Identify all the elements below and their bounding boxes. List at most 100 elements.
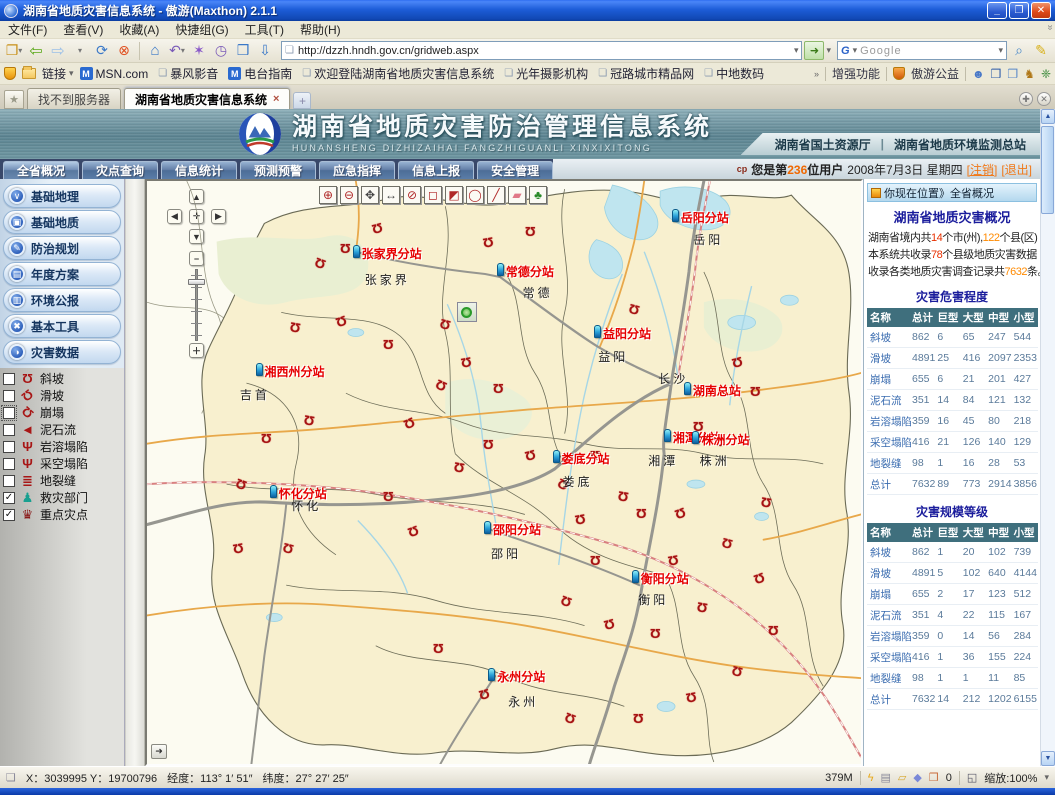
links-bar-item[interactable]: ❏光年摄影机构: [504, 65, 588, 82]
plugin-icon[interactable]: ❈: [1041, 67, 1051, 81]
layer-checkbox[interactable]: ✓: [3, 492, 15, 504]
pan-left-button[interactable]: ◀: [167, 209, 182, 224]
scroll-down-icon[interactable]: ▼: [1041, 751, 1055, 766]
links-overflow-icon[interactable]: »: [814, 69, 819, 79]
overflow-chevron-icon[interactable]: »: [1045, 25, 1055, 35]
station-marker[interactable]: 常德分站: [497, 263, 554, 280]
new-tab-ghost-button[interactable]: +: [293, 92, 311, 109]
nav-tab[interactable]: 预测预警: [240, 161, 316, 179]
mascot-icon[interactable]: ♞: [1024, 67, 1035, 81]
links-bar-item[interactable]: ❏欢迎登陆湖南省地质灾害信息系统: [302, 65, 494, 82]
filter-icon[interactable]: ◆: [913, 771, 921, 784]
zoom-out-slider-button[interactable]: −: [189, 251, 204, 266]
layer-checkbox[interactable]: [3, 424, 15, 436]
boost-icon[interactable]: ϟ: [868, 772, 874, 784]
url-dropdown-icon[interactable]: ▾: [794, 45, 799, 56]
back-button[interactable]: ⇦: [26, 41, 46, 61]
tab-close-all-button[interactable]: ✕: [1037, 92, 1051, 106]
locate-button[interactable]: [457, 302, 477, 322]
select-rect-button[interactable]: ◻: [424, 186, 442, 204]
select-circle-button[interactable]: ◯: [466, 186, 484, 204]
layer-row[interactable]: Ω崩塌: [0, 404, 124, 421]
restore-button[interactable]: ❐: [1009, 2, 1029, 19]
search-button[interactable]: ⌕: [1009, 41, 1029, 61]
sidebar-section[interactable]: ∨基础地理: [3, 184, 121, 208]
download-button[interactable]: ⇩: [255, 41, 275, 61]
scroll-track[interactable]: [1041, 124, 1055, 751]
layer-row[interactable]: Ω斜坡: [0, 370, 124, 387]
pan-button[interactable]: ✥: [361, 186, 379, 204]
go-dropdown-icon[interactable]: ▾: [826, 45, 831, 56]
zoom-level[interactable]: 缩放:100%: [984, 770, 1037, 786]
stop-button[interactable]: ⊗: [114, 41, 134, 61]
links-bar-item[interactable]: MMSN.com: [80, 65, 149, 82]
sidebar-section[interactable]: ✖基本工具: [3, 314, 121, 338]
close-button[interactable]: ✕: [1031, 2, 1051, 19]
layer-checkbox[interactable]: [3, 390, 15, 402]
layer-row[interactable]: ◄泥石流: [0, 421, 124, 438]
browser-tab[interactable]: 湖南省地质灾害信息系统×: [124, 88, 290, 109]
resize-icon[interactable]: ◱: [967, 771, 977, 784]
station-marker[interactable]: 湖南总站: [684, 382, 741, 399]
browser-tab[interactable]: 找不到服务器: [27, 88, 121, 109]
pan-right-button[interactable]: ▶: [211, 209, 226, 224]
station-marker[interactable]: 益阳分站: [594, 325, 651, 342]
menu-item[interactable]: 收藏(A): [111, 20, 167, 39]
notes-icon[interactable]: ❐: [1007, 67, 1018, 81]
legend-button[interactable]: ♣: [529, 186, 547, 204]
forward-button[interactable]: ⇨: [48, 41, 68, 61]
screen-capture-icon[interactable]: ❒: [991, 67, 1002, 81]
go-button[interactable]: ➜: [804, 41, 824, 60]
splitter-handle[interactable]: [125, 179, 145, 766]
sidebar-section[interactable]: ◑灾害数据: [3, 340, 121, 364]
full-extent-button[interactable]: ⊘: [403, 186, 421, 204]
history-clock-button[interactable]: ◷: [211, 41, 231, 61]
station-marker[interactable]: 张家界分站: [353, 245, 422, 262]
nav-tab[interactable]: 信息上报: [398, 161, 474, 179]
links-bar-item[interactable]: M电台指南: [228, 65, 292, 82]
draw-line-button[interactable]: ╱: [487, 186, 505, 204]
links-bar-item[interactable]: ❏冠路城市精品网: [598, 65, 694, 82]
zoom-in-slider-button[interactable]: ＋: [189, 343, 204, 358]
layer-row[interactable]: Ω滑坡: [0, 387, 124, 404]
url-input[interactable]: [298, 45, 790, 57]
nav-tab[interactable]: 灾点查询: [82, 161, 158, 179]
sidebar-section[interactable]: ▥环境公报: [3, 288, 121, 312]
engine-dropdown-icon[interactable]: ▾: [853, 45, 858, 56]
station-marker[interactable]: 永州分站: [488, 668, 545, 685]
magic-fill-button[interactable]: ✶: [189, 41, 209, 61]
sidebar-section[interactable]: ▣基础地质: [3, 210, 121, 234]
layer-row[interactable]: Ψ采空塌陷: [0, 455, 124, 472]
menu-item[interactable]: 快捷组(G): [167, 20, 236, 39]
station-marker[interactable]: 湘西州分站: [256, 363, 325, 380]
links-bar-item[interactable]: ❏暴风影音: [158, 65, 218, 82]
popup-blocker-icon[interactable]: ❒: [929, 771, 939, 784]
tab-tools-button[interactable]: ✚: [1019, 92, 1033, 106]
center-button[interactable]: ✛: [189, 209, 204, 224]
shield-icon[interactable]: [4, 67, 16, 80]
banner-org-link[interactable]: 湖南省国土资源厅: [775, 136, 871, 153]
layer-row[interactable]: Ψ岩溶塌陷: [0, 438, 124, 455]
zoom-out-button[interactable]: ⊖: [340, 186, 358, 204]
nav-tab[interactable]: 全省概况: [3, 161, 79, 179]
pan-down-button[interactable]: ▼: [189, 229, 204, 244]
address-bar[interactable]: ❏ ▾: [281, 41, 802, 60]
favorites-star-icon[interactable]: ★: [4, 90, 24, 109]
expand-panel-button[interactable]: ➜: [151, 744, 167, 759]
station-marker[interactable]: 邵阳分站: [484, 521, 541, 538]
measure-button[interactable]: ↔: [382, 186, 400, 204]
station-marker[interactable]: 岳阳分站: [672, 209, 729, 226]
pan-up-button[interactable]: ▲: [189, 189, 204, 204]
sidebar-section[interactable]: ✎防治规划: [3, 236, 121, 260]
vertical-scrollbar[interactable]: ▲ ▼: [1040, 109, 1055, 766]
station-marker[interactable]: 衡阳分站: [632, 570, 689, 587]
links-menu[interactable]: 链接▾: [42, 65, 74, 82]
zoom-caret-icon[interactable]: ▾: [1044, 772, 1049, 783]
menu-item[interactable]: 帮助(H): [292, 20, 349, 39]
enhance-link[interactable]: 增强功能: [832, 65, 880, 82]
charity-link[interactable]: 傲游公益: [911, 65, 959, 82]
search-box[interactable]: G ▾ Google ▾: [837, 41, 1007, 60]
new-tab-button[interactable]: ❐▾: [4, 41, 24, 61]
proxy-icon[interactable]: ☻: [972, 67, 985, 81]
map-view[interactable]: ΩΩΩΩΩΩΩΩΩΩΩΩΩΩΩΩΩΩΩΩΩΩΩΩΩΩΩΩΩΩΩΩΩΩΩΩΩΩΩΩ…: [145, 179, 863, 766]
